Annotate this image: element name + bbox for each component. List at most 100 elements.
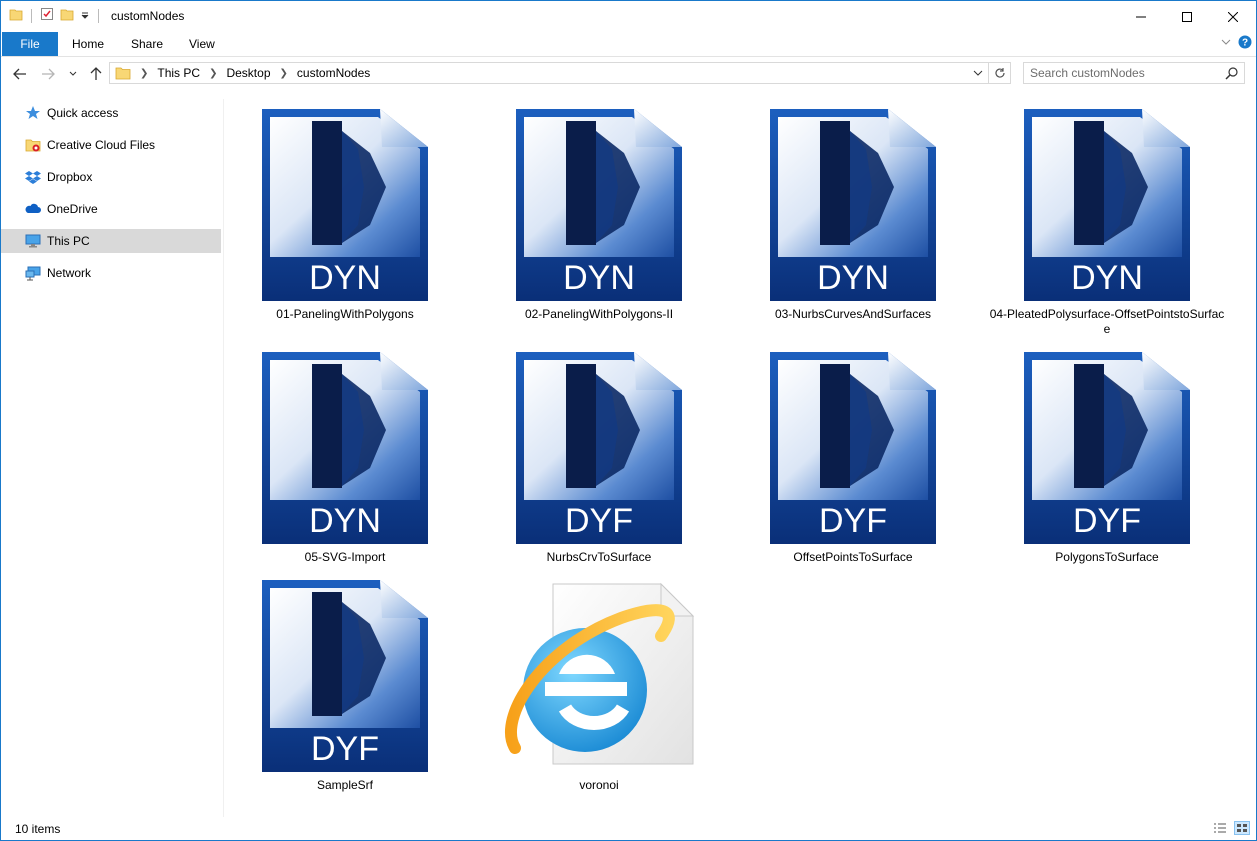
sidebar-item-quick-access[interactable]: Quick access (1, 101, 221, 125)
creative-cloud-folder-icon (25, 137, 41, 153)
file-item[interactable]: DYN 04-PleatedPolysurface-OffsetPointsto… (987, 99, 1227, 339)
search-icon[interactable] (1225, 66, 1239, 83)
file-name: OffsetPointsToSurface (793, 550, 913, 564)
item-count: 10 items (15, 822, 61, 836)
customize-qat-icon[interactable] (80, 9, 90, 23)
tab-file[interactable]: File (2, 32, 58, 56)
expand-ribbon-icon[interactable] (1220, 36, 1232, 51)
dynamo-file-icon: DYN (1022, 107, 1192, 306)
sidebar-item-label: This PC (47, 234, 90, 248)
qat-separator (31, 8, 32, 23)
maximize-button[interactable] (1164, 1, 1210, 32)
file-name: 04-PleatedPolysurface-OffsetPointstoSurf… (989, 307, 1225, 336)
refresh-button[interactable] (989, 62, 1011, 84)
network-icon (25, 265, 41, 281)
qat-separator (98, 8, 99, 23)
file-item[interactable]: DYF OffsetPointsToSurface (733, 342, 973, 582)
file-name: SampleSrf (316, 778, 374, 792)
sidebar-item-creative-cloud-files[interactable]: Creative Cloud Files (1, 133, 221, 157)
sidebar-item-network[interactable]: Network (1, 261, 221, 285)
window-controls (1118, 1, 1256, 32)
tab-view[interactable]: View (175, 32, 229, 56)
explorer-window: customNodes File Home Share View ? ❯ Thi… (0, 0, 1257, 841)
sidebar-item-label: Quick access (47, 106, 119, 120)
breadcrumb-desktop[interactable]: Desktop (226, 66, 270, 80)
tab-share[interactable]: Share (117, 32, 177, 56)
dynamo-file-icon: DYN (514, 107, 684, 306)
sidebar-item-label: Creative Cloud Files (47, 138, 156, 152)
chevron-right-icon[interactable]: ❯ (280, 68, 288, 79)
sidebar-item-onedrive[interactable]: OneDrive (1, 197, 221, 221)
sidebar-item-dropbox[interactable]: Dropbox (1, 165, 221, 189)
view-buttons (1212, 821, 1250, 835)
sidebar-item-label: OneDrive (47, 202, 98, 216)
sidebar-item-this-pc[interactable]: This PC (1, 229, 221, 253)
onedrive-icon (25, 201, 41, 217)
folder-icon (115, 65, 131, 84)
file-item[interactable]: DYF PolygonsToSurface (987, 342, 1227, 582)
dynamo-file-icon: DYN (260, 107, 430, 306)
search-box[interactable] (1023, 62, 1245, 84)
sidebar-item-label: Dropbox (47, 170, 93, 184)
properties-icon[interactable] (40, 7, 54, 24)
dynamo-file-icon: DYF (514, 350, 684, 549)
file-type-badge: DYF (1073, 502, 1141, 540)
dropbox-icon (25, 169, 41, 185)
file-type-badge: DYF (819, 502, 887, 540)
dynamo-file-icon: DYF (768, 350, 938, 549)
file-name: PolygonsToSurface (1055, 550, 1159, 564)
quick-access-toolbar (9, 7, 101, 24)
recent-locations-icon[interactable] (64, 65, 82, 83)
svg-text:?: ? (1242, 38, 1248, 49)
folder-icon[interactable] (9, 7, 23, 24)
file-item[interactable]: DYN 02-PanelingWithPolygons-II (479, 99, 719, 339)
dynamo-file-icon: DYF (260, 578, 430, 777)
dynamo-file-icon: DYN (768, 107, 938, 306)
file-name: 01-PanelingWithPolygons (276, 307, 414, 321)
html-file-icon (501, 578, 697, 777)
breadcrumb: ❯ This PC ❯ Desktop ❯ customNodes (140, 63, 370, 83)
computer-icon (25, 233, 41, 249)
file-type-badge: DYN (309, 502, 381, 540)
forward-arrow-icon[interactable] (39, 65, 57, 83)
file-item[interactable]: DYN 01-PanelingWithPolygons (225, 99, 465, 339)
dynamo-file-icon: DYF (1022, 350, 1192, 549)
search-input[interactable] (1030, 65, 1220, 81)
file-type-badge: DYN (817, 259, 889, 297)
file-name: NurbsCrvToSurface (546, 550, 652, 564)
file-name: 03-NurbsCurvesAndSurfaces (774, 307, 932, 321)
window-title: customNodes (111, 9, 185, 23)
up-arrow-icon[interactable] (87, 65, 105, 83)
file-type-badge: DYN (309, 259, 381, 297)
minimize-button[interactable] (1118, 1, 1164, 32)
file-list: DYN 01-PanelingWithPolygons DYN 02-Panel… (225, 99, 1256, 817)
file-item[interactable]: voronoi (479, 570, 719, 810)
file-item[interactable]: DYN 05-SVG-Import (225, 342, 465, 582)
ribbon: File Home Share View ? (1, 32, 1256, 57)
large-icons-view-icon[interactable] (1234, 821, 1250, 835)
breadcrumb-this-pc[interactable]: This PC (157, 66, 200, 80)
chevron-right-icon[interactable]: ❯ (209, 68, 217, 79)
new-folder-icon[interactable] (60, 7, 74, 24)
file-name: voronoi (579, 778, 619, 792)
file-item[interactable]: DYN 03-NurbsCurvesAndSurfaces (733, 99, 973, 339)
file-name: 05-SVG-Import (304, 550, 386, 564)
file-type-badge: DYN (563, 259, 635, 297)
file-type-badge: DYF (565, 502, 633, 540)
address-bar[interactable]: ❯ This PC ❯ Desktop ❯ customNodes (109, 62, 989, 84)
status-bar: 10 items (1, 817, 1256, 840)
close-button[interactable] (1210, 1, 1256, 32)
details-view-icon[interactable] (1212, 821, 1228, 835)
file-item[interactable]: DYF NurbsCrvToSurface (479, 342, 719, 582)
chevron-right-icon[interactable]: ❯ (140, 68, 148, 79)
address-dropdown-icon[interactable] (970, 65, 986, 81)
breadcrumb-customnodes[interactable]: customNodes (297, 66, 370, 80)
tab-home[interactable]: Home (58, 32, 118, 56)
ribbon-right-controls: ? (1220, 35, 1252, 52)
title-bar: customNodes (1, 1, 1256, 32)
back-arrow-icon[interactable] (11, 65, 29, 83)
dynamo-file-icon: DYN (260, 350, 430, 549)
help-icon[interactable]: ? (1238, 35, 1252, 52)
file-item[interactable]: DYF SampleSrf (225, 570, 465, 810)
sidebar-item-label: Network (47, 266, 92, 280)
